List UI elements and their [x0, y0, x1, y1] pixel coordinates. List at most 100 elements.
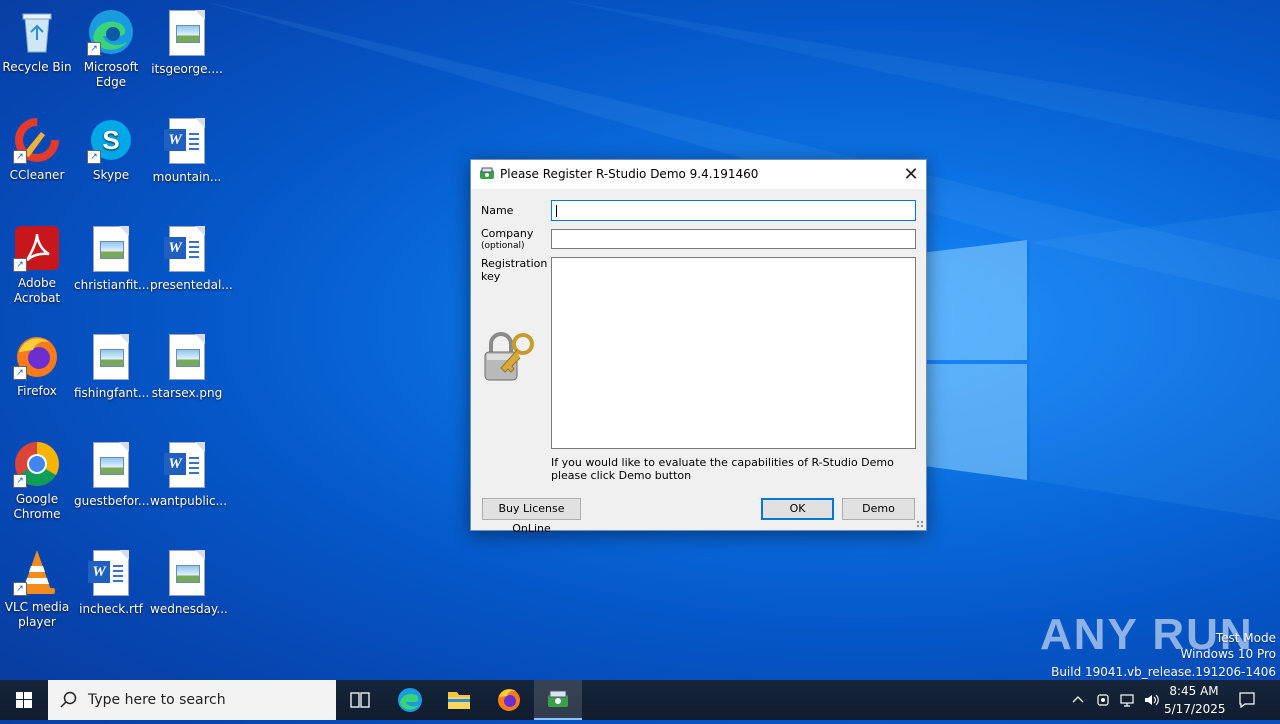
desktop-icon-file[interactable]: guestbefor... — [74, 440, 150, 509]
folder-icon — [448, 692, 470, 709]
desktop-icon-label: starsex.png — [151, 386, 223, 400]
taskbar-file-explorer[interactable] — [435, 680, 483, 720]
taskbar: Type here to search 8:45 AM 5/17/2025 — [0, 680, 1280, 720]
desktop-icon-label: Skype — [92, 168, 130, 182]
shortcut-arrow-icon: ↗ — [13, 366, 27, 380]
taskbar-firefox[interactable] — [485, 680, 533, 720]
shortcut-arrow-icon: ↗ — [13, 582, 27, 596]
firefox-icon — [498, 689, 520, 711]
clock-time[interactable]: 8:45 AM — [1164, 684, 1224, 698]
desktop-icon-vlc[interactable]: ↗ VLC media player — [0, 548, 74, 630]
desktop-icon-file[interactable]: starsex.png — [150, 332, 224, 401]
clock-date[interactable]: 5/17/2025 — [1164, 702, 1226, 716]
device-icon[interactable] — [1095, 692, 1111, 708]
taskbar-search-box[interactable]: Type here to search — [48, 680, 336, 720]
search-placeholder: Type here to search — [88, 692, 226, 708]
word-file-icon: W — [163, 442, 211, 490]
lock-key-icon — [484, 332, 534, 381]
image-file-icon — [163, 550, 211, 598]
task-view-button[interactable] — [336, 680, 384, 720]
desktop-icon-label: CCleaner — [9, 168, 65, 182]
desktop-icon-label: Adobe Acrobat — [13, 276, 61, 305]
skype-icon: S ↗ — [87, 116, 135, 164]
close-button[interactable]: ✕ — [896, 160, 926, 189]
ccleaner-icon: ↗ — [13, 116, 61, 164]
desktop-icon-ccleaner[interactable]: ↗ CCleaner — [0, 116, 74, 183]
demo-button[interactable]: Demo — [842, 498, 915, 520]
network-icon[interactable] — [1119, 692, 1135, 708]
name-label: Name — [481, 204, 514, 217]
word-file-icon: W — [87, 550, 135, 598]
desktop-icon-label: fishingfant... — [74, 386, 150, 400]
demo-info-text: If you would like to evaluate the capabi… — [551, 456, 894, 482]
desktop-icon-label: presentedal... — [150, 278, 233, 292]
desktop-icon-file[interactable]: W incheck.rtf — [74, 548, 148, 617]
image-file-icon — [87, 442, 135, 490]
registration-key-label-line1: Registration — [481, 257, 548, 270]
volume-icon[interactable] — [1143, 692, 1159, 708]
company-label: Company — [481, 227, 534, 240]
chevron-up-icon[interactable] — [1070, 692, 1086, 708]
image-file-icon — [163, 10, 211, 58]
image-file-icon — [163, 334, 211, 382]
desktop-icon-file[interactable]: fishingfant... — [74, 332, 150, 401]
image-file-icon — [87, 226, 135, 274]
shortcut-arrow-icon: ↗ — [87, 150, 101, 164]
desktop-icon-google-chrome[interactable]: ↗ Google Chrome — [0, 440, 74, 522]
word-file-icon: W — [163, 118, 211, 166]
resize-grip[interactable] — [916, 520, 924, 528]
shortcut-arrow-icon: ↗ — [13, 258, 27, 272]
desktop-icon-label: VLC media player — [4, 600, 70, 629]
windows-edition-text: Windows 10 Pro — [1180, 647, 1276, 661]
test-mode-text: Test Mode — [1215, 631, 1276, 645]
dialog-title: Please Register R-Studio Demo 9.4.191460 — [500, 167, 759, 181]
desktop-icon-label: Firefox — [17, 384, 57, 398]
search-icon — [60, 691, 77, 708]
word-file-icon: W — [163, 226, 211, 274]
desktop-icon-skype[interactable]: S ↗ Skype — [74, 116, 148, 183]
desktop-icon-file[interactable]: W mountain... — [150, 116, 224, 185]
company-field[interactable] — [551, 229, 916, 249]
desktop-icon-adobe-acrobat[interactable]: ↗ Adobe Acrobat — [0, 224, 74, 306]
firefox-icon: ↗ — [13, 332, 61, 380]
chrome-icon: ↗ — [13, 440, 61, 488]
desktop-icon-label: Recycle Bin — [2, 60, 72, 74]
ok-button[interactable]: OK — [761, 498, 834, 520]
desktop-icon-label: wednesday... — [150, 602, 228, 616]
adobe-acrobat-icon: ↗ — [13, 224, 61, 272]
build-text: Build 19041.vb_release.191206-1406 — [1051, 665, 1276, 679]
desktop-icon-label: itsgeorge.... — [151, 62, 223, 76]
company-optional-label: (optional) — [481, 241, 525, 251]
desktop-icon-label: guestbefor... — [74, 494, 150, 508]
name-field[interactable] — [551, 200, 916, 221]
text-caret — [556, 205, 557, 217]
desktop-icon-file[interactable]: christianfit... — [74, 224, 150, 293]
shortcut-arrow-icon: ↗ — [13, 150, 27, 164]
shortcut-arrow-icon: ↗ — [13, 474, 27, 488]
desktop-icon-file[interactable]: W presentedal... — [150, 224, 233, 293]
taskbar-edge[interactable] — [386, 680, 434, 720]
desktop-icon-label: christianfit... — [74, 278, 150, 292]
desktop-icon-label: Google Chrome — [13, 492, 61, 521]
dialog-titlebar[interactable]: Please Register R-Studio Demo 9.4.191460… — [471, 160, 926, 189]
desktop-icon-file[interactable]: itsgeorge.... — [150, 8, 224, 77]
image-file-icon — [87, 334, 135, 382]
buy-license-online-button[interactable]: Buy License OnLine — [482, 498, 581, 535]
r-studio-app-icon — [548, 690, 568, 707]
desktop-icon-recycle-bin[interactable]: Recycle Bin — [0, 8, 74, 75]
registration-key-field[interactable] — [551, 257, 916, 449]
edge-icon — [398, 688, 422, 712]
r-studio-app-icon — [480, 167, 494, 179]
desktop-icon-file[interactable]: W wantpublic... — [150, 440, 227, 509]
recycle-bin-icon — [13, 8, 61, 56]
close-icon: ✕ — [903, 164, 919, 185]
svg-text:S: S — [102, 125, 119, 155]
taskbar-r-studio[interactable] — [534, 680, 582, 720]
desktop-icon-file[interactable]: wednesday... — [150, 548, 228, 617]
notification-icon[interactable] — [1238, 691, 1256, 709]
desktop-icon-microsoft-edge[interactable]: ↗ Microsoft Edge — [74, 8, 148, 90]
desktop-icon-firefox[interactable]: ↗ Firefox — [0, 332, 74, 399]
register-dialog: Please Register R-Studio Demo 9.4.191460… — [470, 159, 927, 535]
windows-start-icon — [16, 692, 32, 708]
start-button[interactable] — [0, 680, 48, 720]
